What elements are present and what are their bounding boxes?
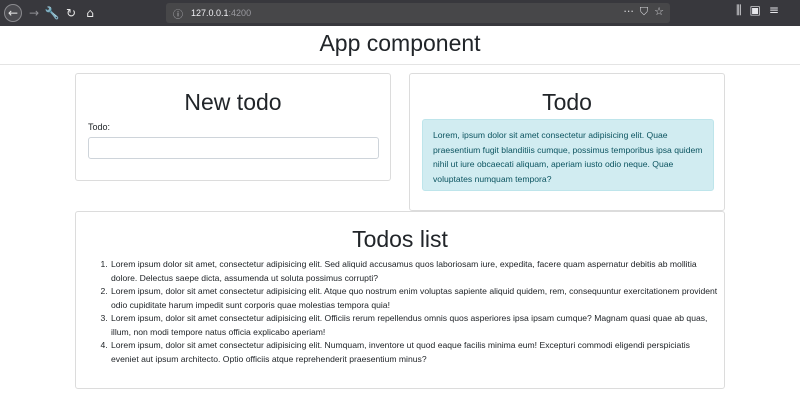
home-button[interactable]: ⌂ (80, 3, 100, 23)
todo-title: Todo (542, 89, 592, 115)
back-button[interactable]: ← (4, 4, 22, 22)
list-item: Lorem ipsum dolor sit amet, consectetur … (110, 258, 718, 285)
sidebar-icon[interactable]: ▣ (750, 3, 761, 18)
address-bar[interactable]: ⓘ 127.0.0.1:4200 ··· ⛉ ☆ (166, 3, 670, 23)
todo-input[interactable] (88, 137, 379, 159)
menu-icon[interactable]: ≡ (769, 3, 779, 18)
library-icon[interactable]: ⫼ (736, 3, 742, 18)
url-host: 127.0.0.1 (191, 8, 229, 18)
todo-field-label: Todo: (88, 122, 111, 132)
more-actions-icon[interactable]: ··· (623, 5, 634, 19)
list-item: Lorem ipsum, dolor sit amet consectetur … (110, 339, 718, 366)
wrench-icon: 🔧 (44, 6, 60, 20)
todo-card: Todo Lorem, ipsum dolor sit amet consect… (409, 73, 725, 211)
pocket-icon[interactable]: ⛉ (640, 5, 648, 19)
bookmark-star-icon[interactable]: ☆ (654, 5, 664, 19)
todos-list-card: Todos list Lorem ipsum dolor sit amet, c… (75, 211, 725, 389)
new-todo-card: New todo Todo: (75, 73, 391, 181)
list-item: Lorem ipsum, dolor sit amet consectetur … (110, 312, 718, 339)
todo-text-box: Lorem, ipsum dolor sit amet consectetur … (422, 119, 714, 191)
forward-button[interactable]: → (24, 3, 44, 23)
url-text: 127.0.0.1:4200 (191, 8, 251, 18)
browser-toolbar: ← → 🔧 ↻ ⌂ ⓘ 127.0.0.1:4200 ··· ⛉ ☆ ⫼ ▣ ≡ (0, 0, 800, 26)
header-divider (0, 64, 800, 65)
page-title: App component (319, 30, 481, 56)
reload-button[interactable]: ↻ (61, 3, 81, 23)
todos-list: Lorem ipsum dolor sit amet, consectetur … (110, 258, 718, 366)
browser-right-tools: ⫼ ▣ ≡ (736, 3, 779, 18)
list-item: Lorem ipsum, dolor sit amet consectetur … (110, 285, 718, 312)
home-icon: ⌂ (86, 6, 94, 20)
tools-button[interactable]: 🔧 (42, 3, 62, 23)
url-actions: ··· ⛉ ☆ (623, 5, 664, 19)
arrow-left-icon: ← (7, 6, 19, 20)
info-icon[interactable]: ⓘ (169, 6, 187, 21)
arrow-right-icon: → (28, 6, 40, 20)
todos-list-title: Todos list (352, 226, 448, 252)
url-port: :4200 (228, 8, 252, 18)
new-todo-title: New todo (184, 89, 282, 115)
reload-icon: ↻ (65, 6, 77, 20)
